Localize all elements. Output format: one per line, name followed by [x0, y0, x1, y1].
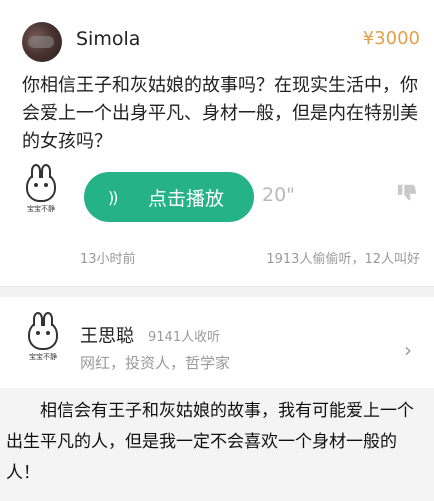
mascot-caption: 宝宝不静 [29, 353, 57, 361]
play-voice-button[interactable]: )) 点击播放 [84, 172, 254, 222]
answerer-name[interactable]: 王思聪 [80, 322, 134, 348]
chevron-right-icon[interactable]: › [404, 338, 412, 362]
listen-stats: 1913人偷偷听，12人叫好 [266, 252, 420, 267]
price-label: ¥3000 [362, 28, 420, 49]
answerer-avatar[interactable]: 宝宝不静 [26, 312, 60, 368]
answerer-title: 网红，投资人，哲学家 [80, 354, 231, 372]
rabbit-icon [28, 312, 58, 350]
asker-name[interactable]: Simola [76, 28, 140, 50]
rabbit-icon [26, 164, 56, 202]
mascot-caption: 宝宝不静 [27, 205, 55, 213]
timestamp: 13小时前 [80, 252, 136, 267]
wave-icon: )) [108, 187, 118, 207]
question-text: 你相信王子和灰姑娘的故事吗？在现实生活中，你会爱上一个出身平凡、身材一般，但是内… [22, 75, 418, 152]
answer-text: 相信会有王子和灰姑娘的故事，我有可能爱上一个出生平凡的人，但是我一定不会喜欢一个… [6, 401, 414, 483]
thumbs-down-icon[interactable] [396, 182, 418, 204]
section-divider [0, 286, 434, 297]
answerer-listeners: 9141人收听 [148, 330, 221, 345]
asker-avatar[interactable] [22, 22, 62, 62]
mascot-avatar[interactable]: 宝宝不静 [24, 164, 58, 220]
play-label: 点击播放 [148, 187, 225, 210]
voice-duration: 20" [262, 184, 295, 206]
